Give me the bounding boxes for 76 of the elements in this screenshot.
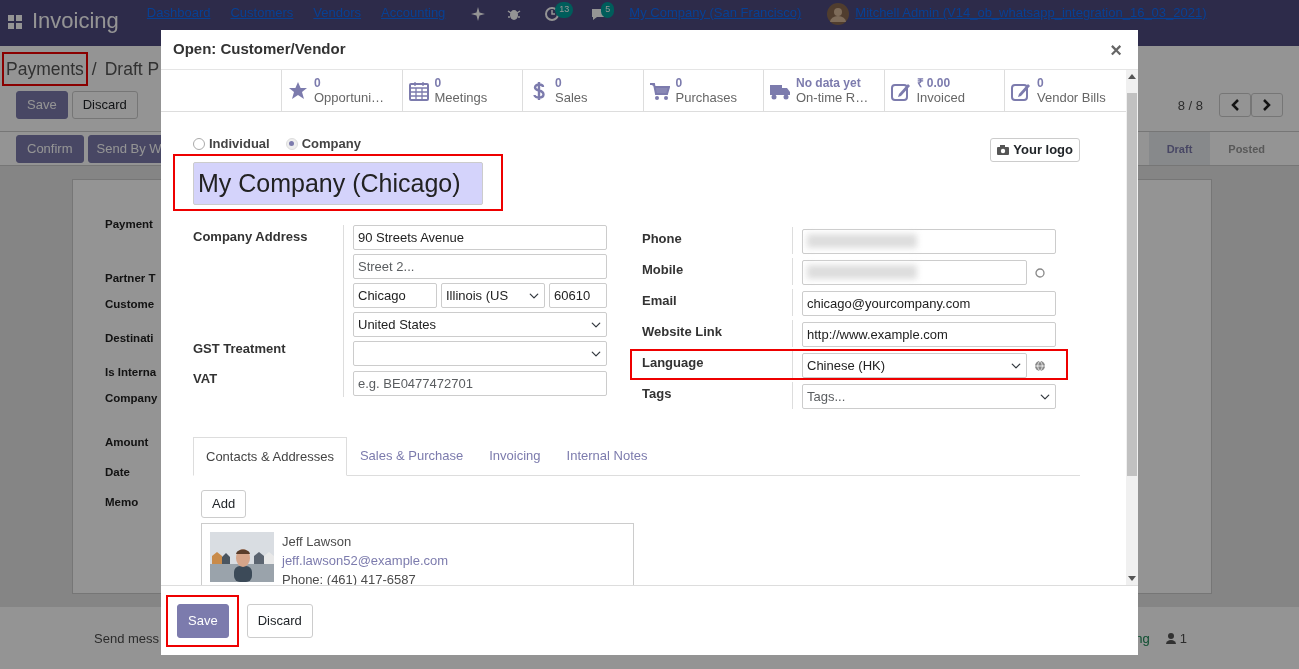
tab[interactable]: Contacts & Addresses: [193, 437, 347, 476]
chevron-right-icon: [1262, 99, 1272, 112]
apps-menu-icon[interactable]: [8, 15, 22, 29]
field-label: Phone: [642, 230, 683, 248]
input-field[interactable]: 90 Streets Avenue: [353, 225, 607, 250]
field-label: Mobile: [642, 261, 685, 279]
logo-button[interactable]: Your logo: [990, 138, 1080, 162]
field-label: GST Treatment: [193, 340, 287, 358]
field-label: Is Interna: [105, 365, 157, 380]
select-field[interactable]: United States: [353, 312, 607, 337]
input-field[interactable]: e.g. BE0477472701: [353, 371, 607, 396]
app-title[interactable]: Invoicing: [32, 6, 119, 36]
input-field[interactable]: [802, 260, 1027, 285]
field-label: Custome: [105, 297, 155, 312]
discard-button[interactable]: Discard: [246, 603, 313, 638]
camera-icon: [997, 145, 1010, 155]
field-label: Date: [105, 465, 130, 480]
select-field[interactable]: Chinese (HK): [802, 353, 1027, 378]
modal-title: Open: Customer/Vendor: [173, 39, 346, 60]
user-icon: [1165, 633, 1176, 645]
avatar-icon[interactable]: [827, 3, 850, 25]
input-field[interactable]: chicago@yourcompany.com: [802, 291, 1056, 316]
count-badge: 13: [555, 2, 574, 18]
bug-icon[interactable]: [507, 7, 522, 21]
input-field[interactable]: http://www.example.com: [802, 322, 1056, 347]
field-label: VAT: [193, 370, 219, 388]
select-field[interactable]: Illinois (US: [441, 283, 545, 308]
chevron-left-icon: [1230, 99, 1240, 112]
scroll-down-icon[interactable]: [1128, 576, 1136, 581]
input-field[interactable]: Chicago: [353, 283, 437, 308]
tab[interactable]: Invoicing: [476, 437, 554, 475]
field-label: Destinati: [105, 331, 154, 346]
next-button[interactable]: [1251, 93, 1283, 118]
close-button[interactable]: ×: [1106, 34, 1126, 65]
send-message-link[interactable]: Send mess: [94, 629, 160, 669]
field-label: Tags: [642, 385, 673, 403]
breadcrumb-current: Draft P: [103, 58, 161, 81]
input-field[interactable]: [802, 229, 1056, 254]
name-field[interactable]: My Company (Chicago): [193, 161, 483, 205]
field-label: Memo: [105, 495, 139, 510]
tab[interactable]: Internal Notes: [553, 437, 661, 475]
clock-icon[interactable]: [545, 7, 560, 21]
followers-button[interactable]: 1: [1165, 629, 1187, 649]
scroll-up-icon[interactable]: [1128, 74, 1136, 79]
field-label: Partner T: [105, 271, 156, 286]
discard-button[interactable]: Discard: [71, 91, 138, 120]
contact-name: Jeff Lawson: [282, 532, 353, 551]
previous-button[interactable]: [1219, 93, 1251, 118]
count-badge: 5: [601, 2, 615, 18]
star-icon: [288, 80, 308, 101]
field-label: Amount: [105, 435, 149, 450]
contact-email[interactable]: jeff.lawson52@example.com: [282, 550, 449, 570]
input-field[interactable]: 60610: [549, 283, 607, 308]
field-label: Payment: [105, 217, 153, 232]
field-label: Email: [642, 292, 678, 310]
field-label: Company: [105, 391, 158, 406]
field-label: Language: [642, 354, 705, 372]
tab[interactable]: Sales & Purchase: [346, 437, 477, 475]
scrollbar[interactable]: [1126, 70, 1138, 585]
scroll-thumb[interactable]: [1127, 93, 1137, 476]
pager-counter: 8 / 8: [1177, 96, 1203, 115]
globe-icon[interactable]: [1035, 360, 1045, 371]
calendar-icon: [408, 80, 429, 101]
add-button[interactable]: Add: [201, 489, 247, 518]
save-button[interactable]: Save: [177, 603, 229, 638]
input-field[interactable]: Street 2...: [353, 254, 607, 279]
breadcrumb-separator: /: [90, 58, 98, 81]
tags-field[interactable]: Tags...: [802, 384, 1056, 409]
radio-option[interactable]: Individual: [193, 134, 270, 154]
field-label: Website Link: [642, 323, 723, 341]
select-field[interactable]: [353, 341, 607, 366]
sparkle-icon[interactable]: [471, 7, 486, 21]
breadcrumb-link[interactable]: Payments: [2, 52, 88, 87]
field-label: Company Address: [193, 228, 309, 246]
radio-option[interactable]: Company: [285, 134, 361, 154]
cart-icon: [649, 80, 670, 101]
